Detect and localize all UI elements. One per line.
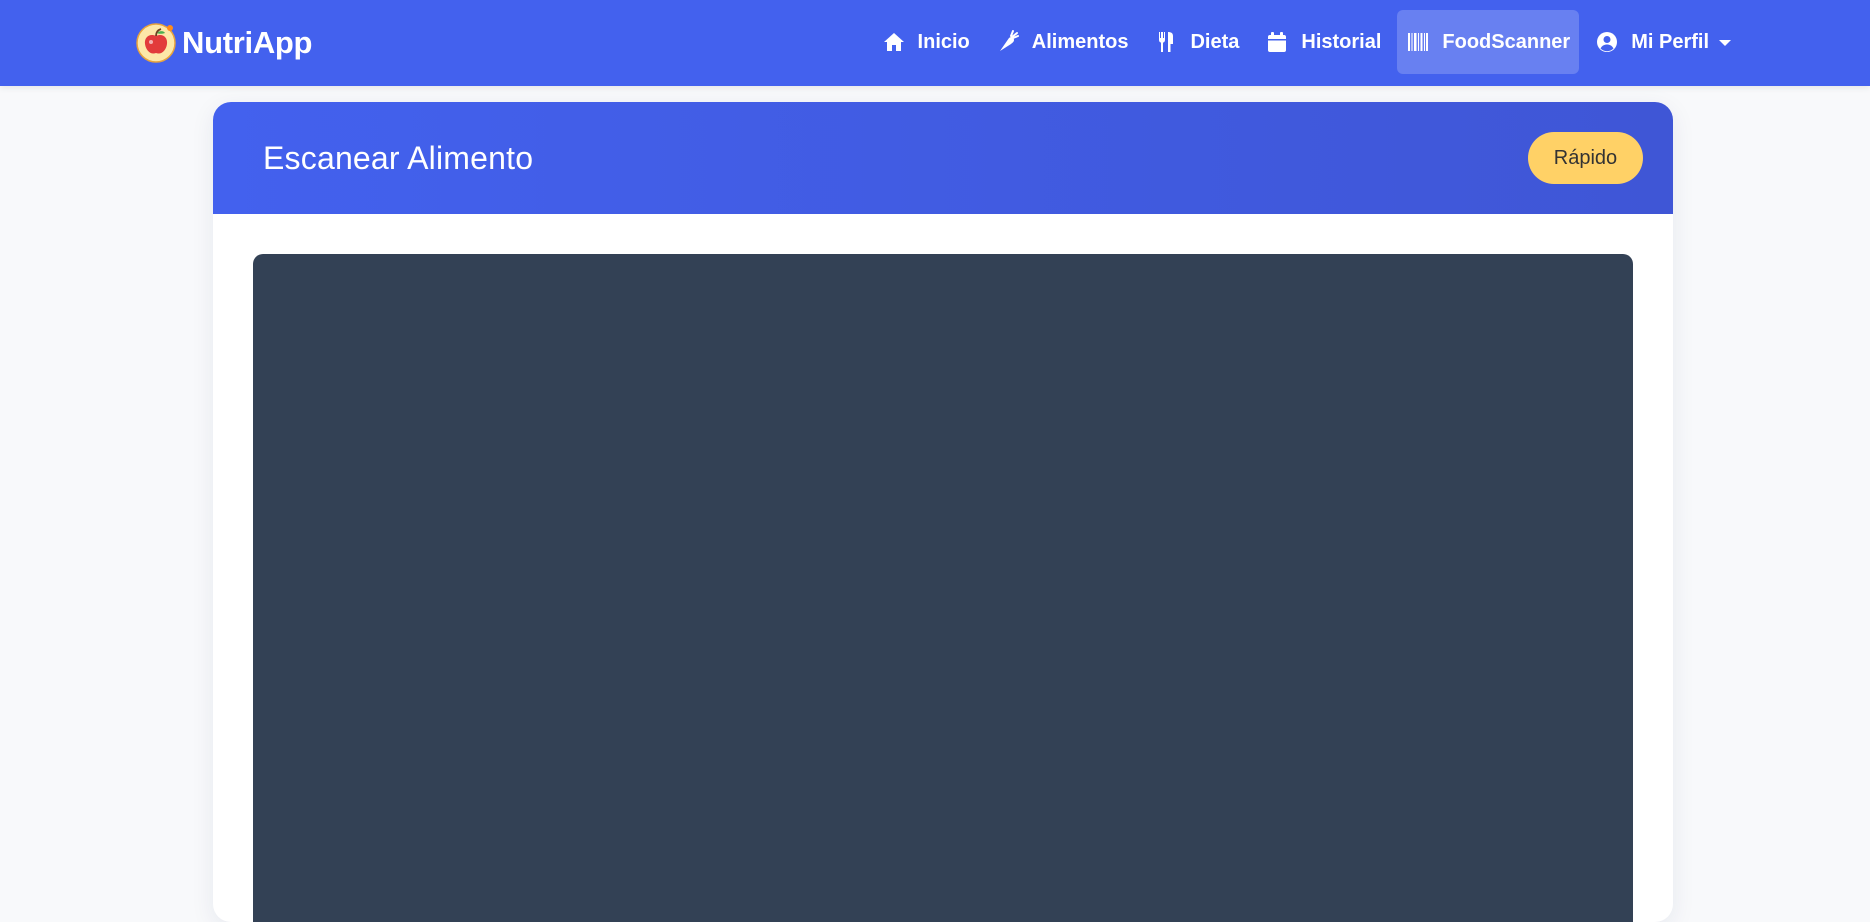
nav-label-dieta: Dieta [1190, 30, 1240, 53]
page-title: Escanear Alimento [263, 140, 534, 176]
scanner-card-header: Escanear Alimento Rápido [213, 102, 1673, 214]
nav-item-inicio[interactable]: Inicio [872, 10, 980, 74]
nav-label-foodscanner: FoodScanner [1442, 30, 1571, 53]
apple-logo-icon [136, 23, 176, 63]
utensils-icon [1154, 30, 1178, 54]
user-circle-icon [1595, 30, 1619, 54]
camera-preview[interactable] [253, 254, 1633, 922]
nav-label-historial: Historial [1301, 30, 1382, 53]
brand-link[interactable]: NutriApp [136, 21, 312, 65]
calendar-icon [1265, 30, 1289, 54]
nav-label-inicio: Inicio [917, 30, 970, 53]
nav-item-mi-perfil[interactable]: Mi Perfil [1585, 10, 1741, 74]
caret-down-icon [1719, 40, 1731, 46]
nav-item-dieta[interactable]: Dieta [1144, 10, 1249, 74]
main-nav: Inicio Alimentos Dieta Historial FoodSca… [866, 10, 1870, 74]
nav-item-alimentos[interactable]: Alimentos [986, 10, 1139, 74]
home-icon [882, 30, 906, 54]
nav-label-mi-perfil: Mi Perfil [1631, 30, 1709, 53]
top-navbar: NutriApp Inicio Alimentos Dieta Historia… [0, 0, 1870, 86]
carrot-icon [996, 30, 1020, 54]
barcode-icon [1406, 30, 1430, 54]
nav-label-alimentos: Alimentos [1031, 30, 1129, 53]
nav-item-foodscanner[interactable]: FoodScanner [1397, 10, 1580, 74]
brand-name: NutriApp [182, 25, 313, 60]
scanner-card: Escanear Alimento Rápido [213, 102, 1673, 922]
nav-item-historial[interactable]: Historial [1255, 10, 1391, 74]
scan-mode-button[interactable]: Rápido [1528, 132, 1643, 184]
